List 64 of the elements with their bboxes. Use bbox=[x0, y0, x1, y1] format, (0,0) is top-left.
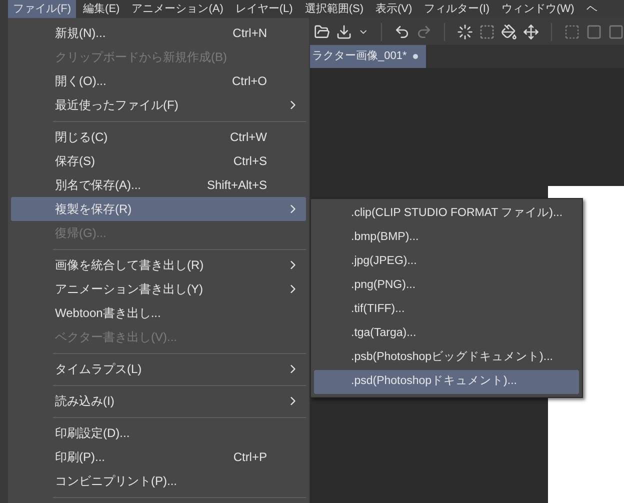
menu-item[interactable]: 閉じる(C) Ctrl+W bbox=[11, 125, 306, 149]
menu-item[interactable]: Webtoon書き出し... bbox=[11, 301, 306, 325]
menu-item-label: Webtoon書き出し... bbox=[55, 305, 162, 322]
menu-bar-item[interactable]: レイヤー(L) bbox=[230, 0, 298, 18]
square-icon[interactable] bbox=[608, 22, 624, 40]
menu-item-label: タイムラプス(L) bbox=[55, 361, 143, 378]
menu-bar-item[interactable]: 選択範囲(S) bbox=[300, 0, 369, 18]
menu-item[interactable]: 最近使ったファイル(F) bbox=[11, 93, 306, 117]
menu-item-label: アニメーション書き出し(Y) bbox=[55, 281, 204, 298]
menu-bar-item[interactable]: アニメーション(A) bbox=[126, 0, 228, 18]
menu-item-label: 画像を統合して書き出し(R) bbox=[55, 257, 205, 274]
menu-item-label: 最近使ったファイル(F) bbox=[55, 97, 180, 114]
menu-item-label: 保存(S) bbox=[55, 153, 96, 170]
shortcut-label: Ctrl+W bbox=[230, 129, 267, 146]
download-icon[interactable] bbox=[336, 22, 352, 40]
menu-item[interactable]: 開く(O)... Ctrl+O bbox=[11, 69, 306, 93]
menu-item-label: 印刷(P)... bbox=[55, 449, 106, 466]
submenu-item[interactable]: .clip(CLIP STUDIO FORMAT ファイル)... bbox=[314, 202, 579, 226]
shortcut-label: Ctrl+N bbox=[232, 25, 267, 42]
submenu-item[interactable]: .tif(TIFF)... bbox=[314, 298, 579, 322]
menu-item-label: 別名で保存(A)... bbox=[55, 177, 142, 194]
menu-bar-item[interactable]: 表示(V) bbox=[370, 0, 418, 18]
menu-item[interactable]: 新規(N)... Ctrl+N bbox=[11, 21, 306, 45]
menu-bar-item[interactable]: ヘ bbox=[581, 0, 602, 18]
menu-item[interactable]: 印刷(P)... Ctrl+P bbox=[11, 445, 306, 469]
menu-item-label: 閉じる(C) bbox=[55, 129, 109, 146]
menu-item[interactable]: 保存(S) Ctrl+S bbox=[11, 149, 306, 173]
document-tab[interactable]: ラクター画像_001* bbox=[310, 45, 426, 68]
menu-item-label: 印刷設定(D)... bbox=[55, 425, 131, 442]
menu-item[interactable]: 複製を保存(R) bbox=[11, 197, 306, 221]
transform-icon[interactable] bbox=[522, 22, 539, 40]
menu-bar-item[interactable]: ファイル(F) bbox=[8, 0, 76, 18]
menu-bar-item[interactable]: フィルター(I) bbox=[419, 0, 495, 18]
menu-item[interactable]: アニメーション書き出し(Y) bbox=[11, 277, 306, 301]
submenu-item[interactable]: .psb(Photoshopビッグドキュメント)... bbox=[314, 346, 579, 370]
bucket-icon[interactable] bbox=[500, 22, 517, 40]
shortcut-label: Ctrl+O bbox=[232, 73, 267, 90]
dashed-square-icon[interactable] bbox=[564, 22, 580, 40]
shortcut-label: Ctrl+S bbox=[233, 153, 267, 170]
shortcut-label: Shift+Alt+S bbox=[206, 177, 267, 194]
submenu-item[interactable]: .bmp(BMP)... bbox=[314, 226, 579, 250]
menu-item[interactable]: 別名で保存(A)... Shift+Alt+S bbox=[11, 173, 306, 197]
dashed-square-icon[interactable] bbox=[478, 22, 495, 40]
spinner-icon[interactable] bbox=[456, 22, 473, 40]
menu-item-label: 開く(O)... bbox=[55, 73, 108, 90]
submenu-item[interactable]: .png(PNG)... bbox=[314, 274, 579, 298]
menu-item[interactable]: 読み込み(I) bbox=[11, 389, 306, 413]
menu-item-label: コンビニプリント(P)... bbox=[55, 473, 178, 490]
menu-item-label: 新規(N)... bbox=[55, 25, 107, 42]
menu-item-label: 複製を保存(R) bbox=[55, 201, 133, 218]
menu-bar-item[interactable]: ウィンドウ(W) bbox=[496, 0, 580, 18]
menu-item[interactable]: 画像を統合して書き出し(R) bbox=[11, 253, 306, 277]
submenu-item[interactable]: .tga(Targa)... bbox=[314, 322, 579, 346]
menu-item-label: 読み込み(I) bbox=[55, 393, 116, 410]
menu-bar-item[interactable]: 編集(E) bbox=[78, 0, 125, 18]
shortcut-label: Ctrl+P bbox=[233, 449, 267, 466]
tab-title: ラクター画像_001* bbox=[312, 49, 407, 64]
submenu-item[interactable]: .jpg(JPEG)... bbox=[314, 250, 579, 274]
square-icon[interactable] bbox=[586, 22, 602, 40]
menu-item[interactable]: タイムラプス(L) bbox=[11, 357, 306, 381]
submenu-item[interactable]: .psd(Photoshopドキュメント)... bbox=[314, 370, 579, 394]
menu-item[interactable]: 印刷設定(D)... bbox=[11, 421, 306, 445]
menu-item[interactable]: コンビニプリント(P)... bbox=[11, 469, 306, 493]
folder-icon[interactable] bbox=[314, 22, 330, 40]
